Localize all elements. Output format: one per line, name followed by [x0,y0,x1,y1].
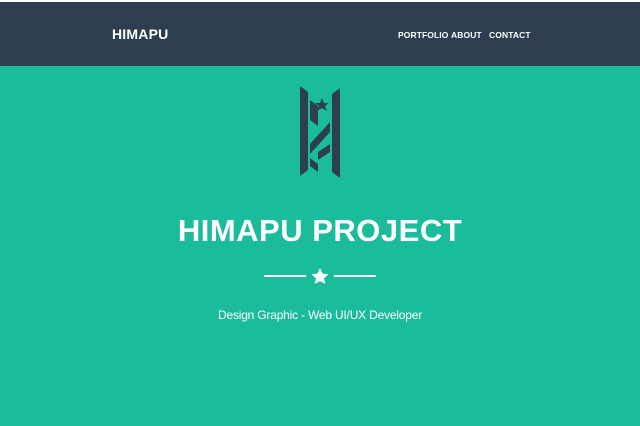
divider-line-right [334,275,376,277]
title-divider [264,268,376,284]
hero-subtitle: Design Graphic - Web UI/UX Developer [218,308,422,322]
star-icon [311,268,329,284]
himapu-h-logo-icon [300,86,340,178]
nav-link-portfolio[interactable]: PORTFOLIO [398,30,448,40]
nav-link-about[interactable]: ABOUT [451,30,482,40]
nav-link-contact[interactable]: CONTACT [489,30,531,40]
page: HIMAPU PORTFOLIO ABOUT CONTACT HIMAPU PR… [0,0,640,426]
brand-link[interactable]: HIMAPU [112,26,168,42]
navbar: HIMAPU PORTFOLIO ABOUT CONTACT [0,2,640,66]
divider-line-left [264,275,306,277]
hero-title: HIMAPU PROJECT [177,213,463,248]
